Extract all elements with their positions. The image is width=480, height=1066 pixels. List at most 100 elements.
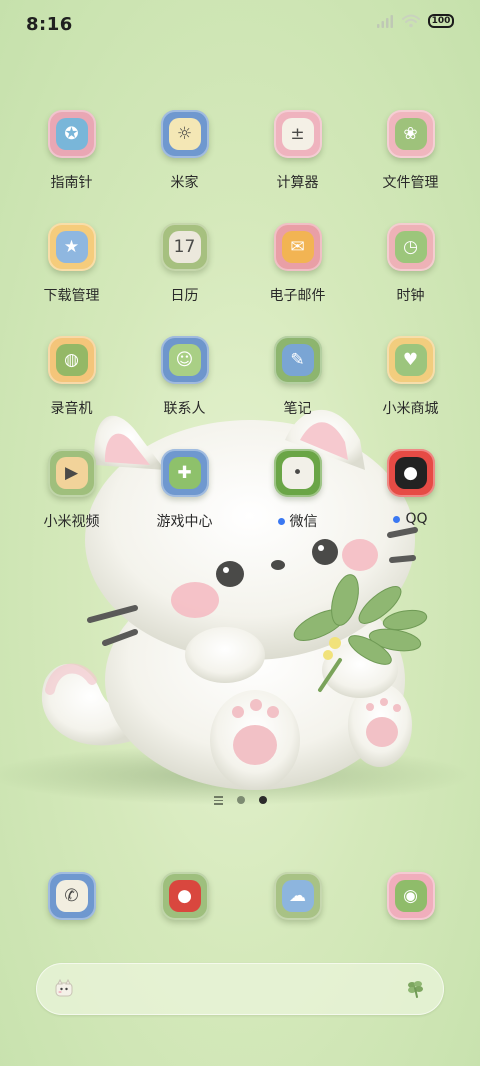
app-label: QQ	[405, 511, 428, 527]
file-manager-glyph: ❀	[394, 118, 427, 150]
app-file-manager[interactable]: ❀ 文件管理	[354, 108, 467, 221]
notes-glyph: ✎	[281, 344, 314, 376]
app-label-row: 联系人	[164, 398, 206, 418]
app-label: 微信	[289, 514, 318, 530]
app-label: 指南针	[50, 175, 93, 191]
app-label-row: 日历	[171, 285, 199, 305]
app-label-row: 笔记	[284, 398, 312, 418]
email-icon[interactable]: ✉	[273, 223, 322, 271]
app-label: 日历	[170, 288, 199, 304]
app-label: 下载管理	[43, 288, 100, 304]
messages-apple-icon[interactable]: ●	[160, 872, 209, 920]
game-center-glyph: ✚	[168, 457, 201, 489]
new-install-dot	[277, 517, 285, 525]
app-label: 文件管理	[382, 175, 439, 191]
mi-home-bulb-icon[interactable]: ☼	[160, 110, 209, 158]
dock: ✆ ● ☁ ◉	[15, 870, 467, 926]
app-notes[interactable]: ✎ 笔记	[241, 334, 354, 447]
app-label-row: 文件管理	[383, 172, 439, 192]
dock-browser[interactable]: ☁	[241, 870, 354, 926]
messages-apple-glyph: ●	[168, 880, 201, 912]
email-glyph: ✉	[281, 231, 314, 263]
dock-phone[interactable]: ✆	[15, 870, 128, 926]
camera-glyph: ◉	[394, 880, 427, 912]
qq-penguin-icon[interactable]: ●	[386, 449, 435, 497]
calculator-glyph: ±	[281, 118, 314, 150]
game-center-icon[interactable]: ✚	[160, 449, 209, 497]
status-bar: 8:16 100	[0, 0, 480, 50]
app-label: 笔记	[283, 401, 312, 417]
app-label: 小米商城	[382, 401, 439, 417]
app-compass[interactable]: ✪ 指南针	[15, 108, 128, 221]
calculator-icon[interactable]: ±	[273, 110, 322, 158]
clock-icon[interactable]: ◷	[386, 223, 435, 271]
app-download-manager[interactable]: ★ 下载管理	[15, 221, 128, 334]
calendar-icon[interactable]: 17	[160, 223, 209, 271]
app-label: 联系人	[163, 401, 206, 417]
app-mi-store-bag[interactable]: ♥ 小米商城	[354, 334, 467, 447]
recorder-icon[interactable]: ◍	[47, 336, 96, 384]
app-label: 米家	[170, 175, 199, 191]
app-label-row: 计算器	[277, 172, 319, 192]
page-dot-1[interactable]	[236, 796, 245, 805]
mi-store-bag-glyph: ♥	[394, 344, 427, 376]
app-grid: ✪ 指南针 ☼ 米家 ± 计算器 ❀ 文件管理 ★ 下载管理 17 日历 ✉ 电子邮件 ◷ 时钟 ◍ 录音机 ☺ 联系…	[15, 108, 467, 560]
app-label-row: 电子邮件	[270, 285, 326, 305]
app-label: 计算器	[276, 175, 319, 191]
new-install-dot	[393, 515, 401, 523]
app-game-center[interactable]: ✚ 游戏中心	[128, 447, 241, 560]
app-label-row: 下载管理	[44, 285, 100, 305]
battery-level: 100	[431, 15, 451, 26]
page-indicator-menu-icon[interactable]	[213, 796, 223, 805]
app-label-row: 微信	[277, 511, 318, 531]
clock-glyph: ◷	[394, 231, 427, 263]
clover-sticker-icon[interactable]	[404, 977, 426, 999]
recorder-glyph: ◍	[55, 344, 88, 376]
app-label-row: QQ	[393, 511, 428, 527]
notes-icon[interactable]: ✎	[273, 336, 322, 384]
app-label: 时钟	[396, 288, 425, 304]
battery-icon: 100	[428, 14, 454, 28]
wechat-icon[interactable]: •	[273, 449, 322, 497]
dock-messages-apple[interactable]: ●	[128, 870, 241, 926]
camera-icon[interactable]: ◉	[386, 872, 435, 920]
wechat-glyph: •	[281, 457, 314, 489]
contacts-glyph: ☺	[168, 344, 201, 376]
calendar-glyph: 17	[168, 231, 201, 263]
app-calculator[interactable]: ± 计算器	[241, 108, 354, 221]
download-manager-glyph: ★	[55, 231, 88, 263]
app-contacts[interactable]: ☺ 联系人	[128, 334, 241, 447]
app-wechat[interactable]: • 微信	[241, 447, 354, 560]
app-label-row: 小米商城	[383, 398, 439, 418]
app-recorder[interactable]: ◍ 录音机	[15, 334, 128, 447]
file-manager-icon[interactable]: ❀	[386, 110, 435, 158]
qq-penguin-glyph: ●	[394, 457, 427, 489]
app-label: 小米视频	[43, 514, 100, 530]
mi-video-glyph: ▶	[55, 457, 88, 489]
kitten-sticker-icon[interactable]	[54, 979, 74, 999]
app-clock[interactable]: ◷ 时钟	[354, 221, 467, 334]
page-indicator[interactable]	[0, 796, 480, 805]
phone-glyph: ✆	[55, 880, 88, 912]
compass-icon[interactable]: ✪	[47, 110, 96, 158]
app-label: 录音机	[50, 401, 93, 417]
dock-camera[interactable]: ◉	[354, 870, 467, 926]
download-manager-icon[interactable]: ★	[47, 223, 96, 271]
app-label-row: 小米视频	[44, 511, 100, 531]
search-bar[interactable]	[36, 963, 444, 1015]
app-qq-penguin[interactable]: ● QQ	[354, 447, 467, 560]
mi-store-bag-icon[interactable]: ♥	[386, 336, 435, 384]
phone-icon[interactable]: ✆	[47, 872, 96, 920]
contacts-icon[interactable]: ☺	[160, 336, 209, 384]
browser-icon[interactable]: ☁	[273, 872, 322, 920]
page-dot-2[interactable]	[258, 796, 267, 805]
app-label-row: 录音机	[51, 398, 93, 418]
app-calendar[interactable]: 17 日历	[128, 221, 241, 334]
wifi-icon	[402, 14, 420, 28]
app-mi-home-bulb[interactable]: ☼ 米家	[128, 108, 241, 221]
app-email[interactable]: ✉ 电子邮件	[241, 221, 354, 334]
mi-video-icon[interactable]: ▶	[47, 449, 96, 497]
app-label-row: 指南针	[51, 172, 93, 192]
mi-home-bulb-glyph: ☼	[168, 118, 201, 150]
app-mi-video[interactable]: ▶ 小米视频	[15, 447, 128, 560]
